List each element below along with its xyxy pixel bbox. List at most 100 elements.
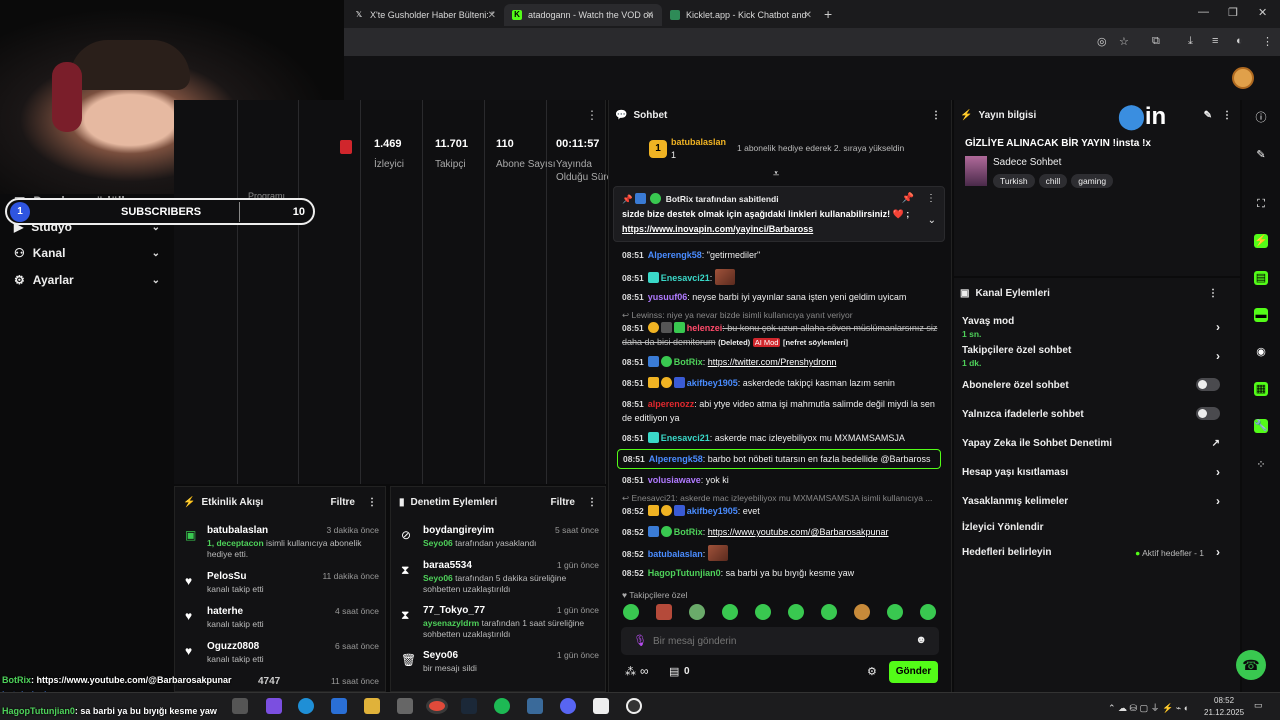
user-name[interactable]: baraa5534 <box>423 560 472 571</box>
user-name[interactable]: 77_Tokyo_77 <box>423 605 485 616</box>
info-icon[interactable]: ⓘ <box>1254 111 1268 125</box>
banned-words-row[interactable]: Yasaklanmış kelimeler › <box>962 494 1234 508</box>
star-icon[interactable]: ☆ <box>1119 35 1129 48</box>
emote-button[interactable] <box>656 604 672 620</box>
scroll-down-icon[interactable]: ⩡ <box>773 168 779 181</box>
edit-icon[interactable]: ✎ <box>1254 148 1268 162</box>
chat-username[interactable]: volusiawave <box>648 475 701 485</box>
stream-info-icon[interactable]: ▤ <box>1254 271 1268 285</box>
extensions-icon[interactable]: ⧉ <box>1152 35 1160 48</box>
more-options-icon[interactable]: ⋮ <box>926 193 936 204</box>
tag[interactable]: chill <box>1038 174 1068 188</box>
chat-username[interactable]: Alperengk58 <box>648 250 702 260</box>
close-icon[interactable]: ✕ <box>646 10 654 21</box>
browser-tab-kick[interactable]: K atadogann - Watch the VOD on ✕ <box>504 4 662 26</box>
gifter-name[interactable]: batubalaslan <box>671 137 726 147</box>
more-options-icon[interactable]: ⋮ <box>1222 110 1232 121</box>
user-name[interactable]: boydangireyim <box>423 525 494 536</box>
chat-username[interactable]: BotRix <box>674 527 703 537</box>
copilot-icon[interactable] <box>266 698 282 714</box>
filter-button[interactable]: Filtre <box>331 497 355 508</box>
profile-icon[interactable]: ◐ <box>1236 35 1243 47</box>
chat-username[interactable]: yusuuf06 <box>648 292 688 302</box>
emote-button[interactable] <box>920 604 936 620</box>
address-bar[interactable] <box>344 28 1280 56</box>
send-button[interactable]: Gönder <box>889 661 938 683</box>
xbox-icon[interactable] <box>397 698 413 714</box>
obs-icon[interactable] <box>626 698 642 714</box>
tag[interactable]: Turkish <box>993 174 1035 188</box>
chat-username[interactable]: helenzei <box>687 323 723 333</box>
chat-username[interactable]: batubalaslan <box>648 549 703 559</box>
tray-icons[interactable]: ⌃ ☁ ⛁ ▢ ⏚ ⚡ ⌁ ◐ <box>1108 701 1189 714</box>
minimize-button[interactable]: — <box>1198 6 1209 18</box>
chat-username[interactable]: Enesavci21 <box>661 273 710 283</box>
sidebar-item-settings[interactable]: ⚙ Ayarlar ⌄ <box>14 273 160 287</box>
user-name[interactable]: PelosSu <box>207 571 246 582</box>
edit-icon[interactable]: ✎ <box>1204 110 1212 121</box>
folder-icon[interactable] <box>364 698 380 714</box>
close-icon[interactable]: ✕ <box>488 10 496 21</box>
user-name[interactable]: Oguzz0808 <box>207 641 259 652</box>
chat-username[interactable]: alperenozz <box>648 399 695 409</box>
emote-button[interactable] <box>755 604 771 620</box>
pinned-by-user[interactable]: BotRix <box>666 194 693 204</box>
gear-icon[interactable]: ⚙ <box>867 665 877 678</box>
media-icon[interactable]: ≡ <box>1212 35 1218 47</box>
followers-only-row[interactable]: Takipçilere özel sohbet 1 dk. › <box>962 345 1234 368</box>
mail-icon[interactable] <box>331 698 347 714</box>
emote-button[interactable] <box>854 604 870 620</box>
user-name[interactable]: haterhe <box>207 606 243 617</box>
avatar[interactable] <box>1232 67 1254 89</box>
eye-off-icon[interactable]: ◎ <box>1097 35 1107 48</box>
chat-username[interactable]: akifbey1905 <box>687 506 738 516</box>
maximize-button[interactable]: ❐ <box>1228 6 1238 19</box>
task-view-icon[interactable] <box>232 698 248 714</box>
pin-icon[interactable]: 📌 <box>902 193 914 204</box>
user-name[interactable]: 4747 <box>258 676 280 687</box>
edge-icon[interactable] <box>298 698 314 714</box>
browser-tab-x[interactable]: 𝕏 X'te Gusholder Haber Bülteni: " ✕ <box>346 4 504 26</box>
emote-button[interactable] <box>689 604 705 620</box>
raid-row[interactable]: İzleyici Yönlendir <box>962 522 1234 533</box>
filter-button[interactable]: Filtre <box>551 497 575 508</box>
message-link[interactable]: https://www.youtube.com/@Barbarosakpunar <box>708 527 889 537</box>
focus-icon[interactable]: ⛶ <box>1254 197 1268 211</box>
more-options-icon[interactable]: ⋮ <box>931 110 941 121</box>
user-name[interactable]: batubalaslan <box>207 525 268 536</box>
bolt-icon[interactable]: ⚡ <box>1254 234 1268 248</box>
app-icon[interactable] <box>527 698 543 714</box>
more-options-icon[interactable]: ⋮ <box>1208 288 1218 299</box>
chat-username[interactable]: akifbey1905 <box>687 378 738 388</box>
help-chat-button[interactable]: ☎ <box>1236 650 1266 680</box>
chat-username[interactable]: Enesavci21 <box>661 433 710 443</box>
wrench-icon[interactable]: 🔧 <box>1254 419 1268 433</box>
chat-icon[interactable]: ▬ <box>1254 308 1268 322</box>
more-options-icon[interactable]: ⋮ <box>586 108 598 122</box>
close-icon[interactable]: ✕ <box>804 10 812 21</box>
user-name[interactable]: Seyo06 <box>423 650 458 661</box>
broadcast-icon[interactable]: ◉ <box>1254 345 1268 359</box>
message-input[interactable] <box>653 633 903 649</box>
emote-button[interactable] <box>887 604 903 620</box>
category-name[interactable]: Sadece Sohbet <box>993 157 1061 168</box>
emote-button[interactable] <box>722 604 738 620</box>
microphone-icon[interactable]: 🎙 <box>633 634 647 647</box>
chrome-icon[interactable] <box>426 698 448 714</box>
download-icon[interactable]: ⤓ <box>1188 35 1193 48</box>
emote-button[interactable] <box>623 604 639 620</box>
mod-actions-icon[interactable]: ▦ <box>1254 382 1268 396</box>
emote-button[interactable] <box>821 604 837 620</box>
emote-only-toggle[interactable] <box>1196 407 1220 420</box>
steam-icon[interactable] <box>461 698 477 714</box>
chest-icon[interactable]: ▤ <box>669 665 679 678</box>
spotify-icon[interactable] <box>494 698 510 714</box>
account-age-row[interactable]: Hesap yaşı kısıtlaması › <box>962 465 1234 479</box>
subscribers-only-toggle[interactable] <box>1196 378 1220 391</box>
chat-username[interactable]: HagopTutunjian0 <box>648 568 721 578</box>
slow-mode-row[interactable]: Yavaş mod 1 sn. › <box>962 316 1234 339</box>
chat-username[interactable]: BotRix <box>674 357 703 367</box>
close-window-button[interactable]: ✕ <box>1258 6 1267 19</box>
tag[interactable]: gaming <box>1071 174 1114 188</box>
more-options-icon[interactable]: ⋮ <box>587 497 597 508</box>
